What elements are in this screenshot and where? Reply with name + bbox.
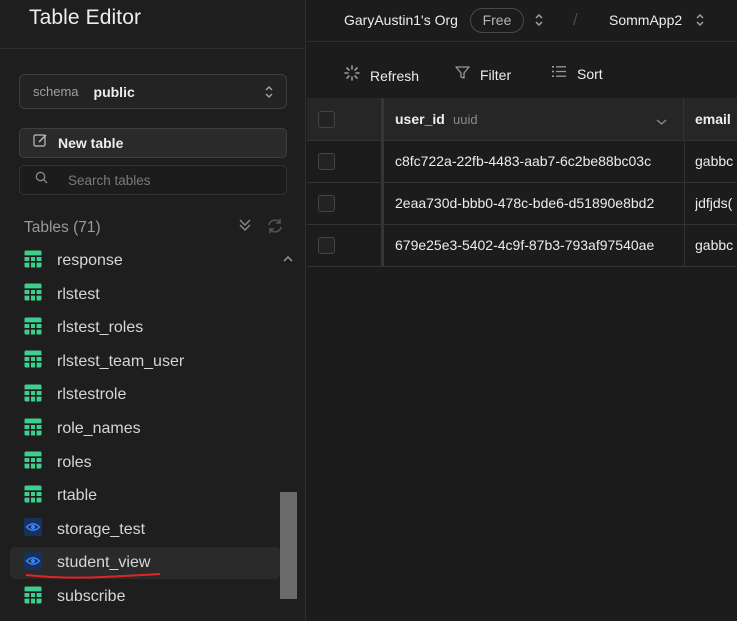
sidebar-item-rlstest-roles[interactable]: rlstest_roles xyxy=(10,312,280,344)
sidebar-item-label: rlstest xyxy=(57,285,100,303)
table-icon xyxy=(24,451,42,474)
row-checkbox[interactable] xyxy=(318,195,335,212)
filter-label: Filter xyxy=(480,67,512,83)
select-all-checkbox[interactable] xyxy=(318,111,335,128)
sidebar-item-rlstestrole[interactable]: rlstestrole xyxy=(10,379,280,411)
grid-header: user_id uuid email xyxy=(307,98,737,141)
table-row[interactable]: 679e25e3-5402-4c9f-87b3-793af97540ae gabb… xyxy=(307,225,737,267)
select-all-cell xyxy=(307,98,384,140)
sidebar-item-storage-test[interactable]: storage_test xyxy=(10,514,280,546)
search-tables-box xyxy=(19,165,287,195)
top-bar: GaryAustin1's Org Free / SommApp2 xyxy=(307,0,737,42)
filter-button[interactable]: Filter xyxy=(455,65,511,85)
collapse-all-icon[interactable] xyxy=(238,218,252,239)
sidebar-item-label: storage_test xyxy=(57,520,146,538)
chevron-down-icon[interactable] xyxy=(656,113,667,131)
refresh-button[interactable]: Refresh xyxy=(344,65,419,86)
table-icon xyxy=(24,384,42,407)
data-grid: user_id uuid email c8fc722a-22fb-4483-aa… xyxy=(307,98,737,621)
row-select-cell xyxy=(307,183,384,224)
table-row[interactable]: 2eaa730d-bbb0-478c-bde6-d51890e8bd2 jdfjd… xyxy=(307,183,737,225)
view-icon xyxy=(24,518,42,541)
sidebar-item-label: rlstest_roles xyxy=(57,319,144,337)
cell-email[interactable]: jdfjds( xyxy=(695,195,737,211)
table-icon xyxy=(24,586,42,609)
row-select-cell xyxy=(307,141,384,182)
sidebar-item-rlstest-team-user[interactable]: rlstest_team_user xyxy=(10,346,280,378)
sidebar-item-label: rlstestrole xyxy=(57,386,127,404)
sidebar-item-label: role_names xyxy=(57,420,141,437)
column-header-email[interactable]: email xyxy=(695,111,731,127)
schema-value: public xyxy=(93,83,135,100)
table-icon xyxy=(24,317,42,340)
scroll-up-icon[interactable] xyxy=(282,251,294,269)
cell-divider xyxy=(684,183,685,224)
grid-toolbar: Refresh Filter Sort xyxy=(307,51,737,98)
sidebar-item-label: student_view xyxy=(57,554,151,572)
sort-label: Sort xyxy=(577,66,603,82)
cell-divider xyxy=(684,141,685,182)
cell-divider xyxy=(684,225,685,266)
filter-icon xyxy=(455,65,470,85)
red-underline-annotation xyxy=(25,573,161,579)
sidebar-item-label: roles xyxy=(57,453,92,471)
cell-user-id[interactable]: c8fc722a-22fb-4483-aab7-6c2be88bc03c xyxy=(395,153,681,169)
breadcrumb-separator: / xyxy=(573,10,578,29)
tables-header: Tables (71) xyxy=(24,217,286,239)
sidebar-item-label: response xyxy=(57,252,123,269)
search-icon xyxy=(35,171,48,189)
project-switcher-icon[interactable] xyxy=(695,11,705,34)
schema-select[interactable]: schema public xyxy=(19,74,287,109)
new-table-button[interactable]: New table xyxy=(19,128,287,158)
refresh-tables-icon[interactable] xyxy=(266,218,284,239)
table-editor-app: Table Editor schema public New table Tab… xyxy=(0,0,737,621)
project-name[interactable]: SommApp2 xyxy=(609,12,682,28)
search-tables-input[interactable] xyxy=(68,172,268,188)
sidebar-scrollbar-thumb[interactable] xyxy=(280,492,297,599)
edit-icon xyxy=(33,133,48,153)
refresh-label: Refresh xyxy=(370,67,420,84)
sidebar-header: Table Editor xyxy=(0,0,305,49)
column-type: uuid xyxy=(453,112,478,127)
plan-badge: Free xyxy=(470,8,524,33)
refresh-icon xyxy=(344,65,360,86)
sidebar: Table Editor schema public New table Tab… xyxy=(0,0,306,621)
sidebar-item-rlstest[interactable]: rlstest xyxy=(10,279,280,311)
sidebar-item-label: subscribe xyxy=(57,588,126,605)
sort-button[interactable]: Sort xyxy=(552,65,603,83)
org-switcher-icon[interactable] xyxy=(534,11,544,34)
tables-count: Tables (71) xyxy=(24,219,101,236)
sidebar-item-response[interactable]: response xyxy=(10,245,280,277)
table-icon xyxy=(24,283,42,306)
sidebar-item-role-names[interactable]: role_names xyxy=(10,413,280,445)
column-name: user_id xyxy=(395,111,445,127)
cell-email[interactable]: gabbc xyxy=(695,237,737,253)
table-row[interactable]: c8fc722a-22fb-4483-aab7-6c2be88bc03c gabb… xyxy=(307,141,737,183)
cell-email[interactable]: gabbc xyxy=(695,153,737,169)
row-checkbox[interactable] xyxy=(318,153,335,170)
chevron-updown-icon xyxy=(264,84,274,105)
sort-icon xyxy=(552,65,567,83)
sidebar-item-label: rtable xyxy=(57,487,98,505)
page-title: Table Editor xyxy=(29,6,142,29)
sidebar-item-rtable[interactable]: rtable xyxy=(10,480,280,512)
sidebar-item-subscribe[interactable]: subscribe xyxy=(10,581,280,613)
org-name[interactable]: GaryAustin1's Org xyxy=(344,12,458,28)
schema-label: schema xyxy=(33,84,79,99)
table-icon xyxy=(24,485,42,508)
new-table-label: New table xyxy=(58,135,124,151)
table-icon xyxy=(24,418,42,441)
cell-user-id[interactable]: 679e25e3-5402-4c9f-87b3-793af97540ae xyxy=(395,237,681,253)
sidebar-item-label: rlstest_team_user xyxy=(57,352,185,370)
row-checkbox[interactable] xyxy=(318,237,335,254)
column-header-user-id[interactable]: user_id uuid xyxy=(387,98,684,140)
cell-user-id[interactable]: 2eaa730d-bbb0-478c-bde6-d51890e8bd2 xyxy=(395,195,681,211)
table-icon xyxy=(24,250,42,273)
row-select-cell xyxy=(307,225,384,266)
table-icon xyxy=(24,350,42,373)
sidebar-item-roles[interactable]: roles xyxy=(10,447,280,479)
